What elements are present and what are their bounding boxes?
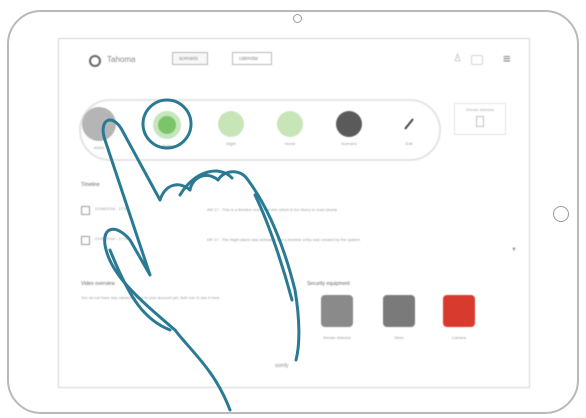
tap-ring bbox=[141, 98, 193, 150]
hand-gesture-illustration bbox=[101, 98, 301, 412]
